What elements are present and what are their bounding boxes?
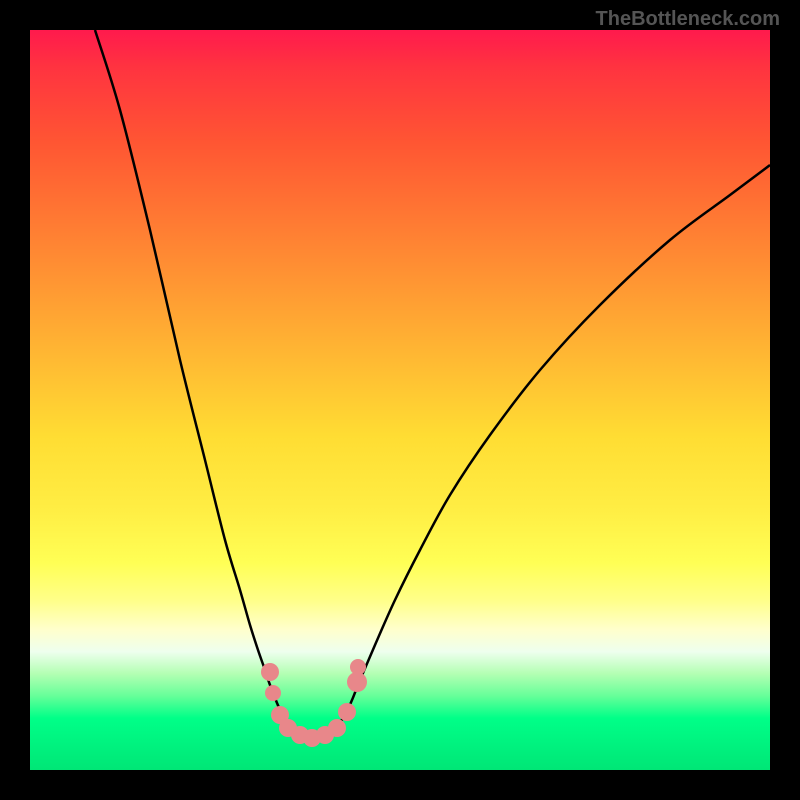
curve-svg (30, 30, 770, 770)
data-marker (350, 659, 366, 675)
watermark-text: TheBottleneck.com (596, 8, 780, 31)
data-marker (328, 719, 346, 737)
data-marker (338, 703, 356, 721)
data-marker (347, 672, 367, 692)
data-marker (261, 663, 279, 681)
data-marker (265, 685, 281, 701)
bottleneck-curve (95, 30, 770, 738)
plot-area (30, 30, 770, 770)
